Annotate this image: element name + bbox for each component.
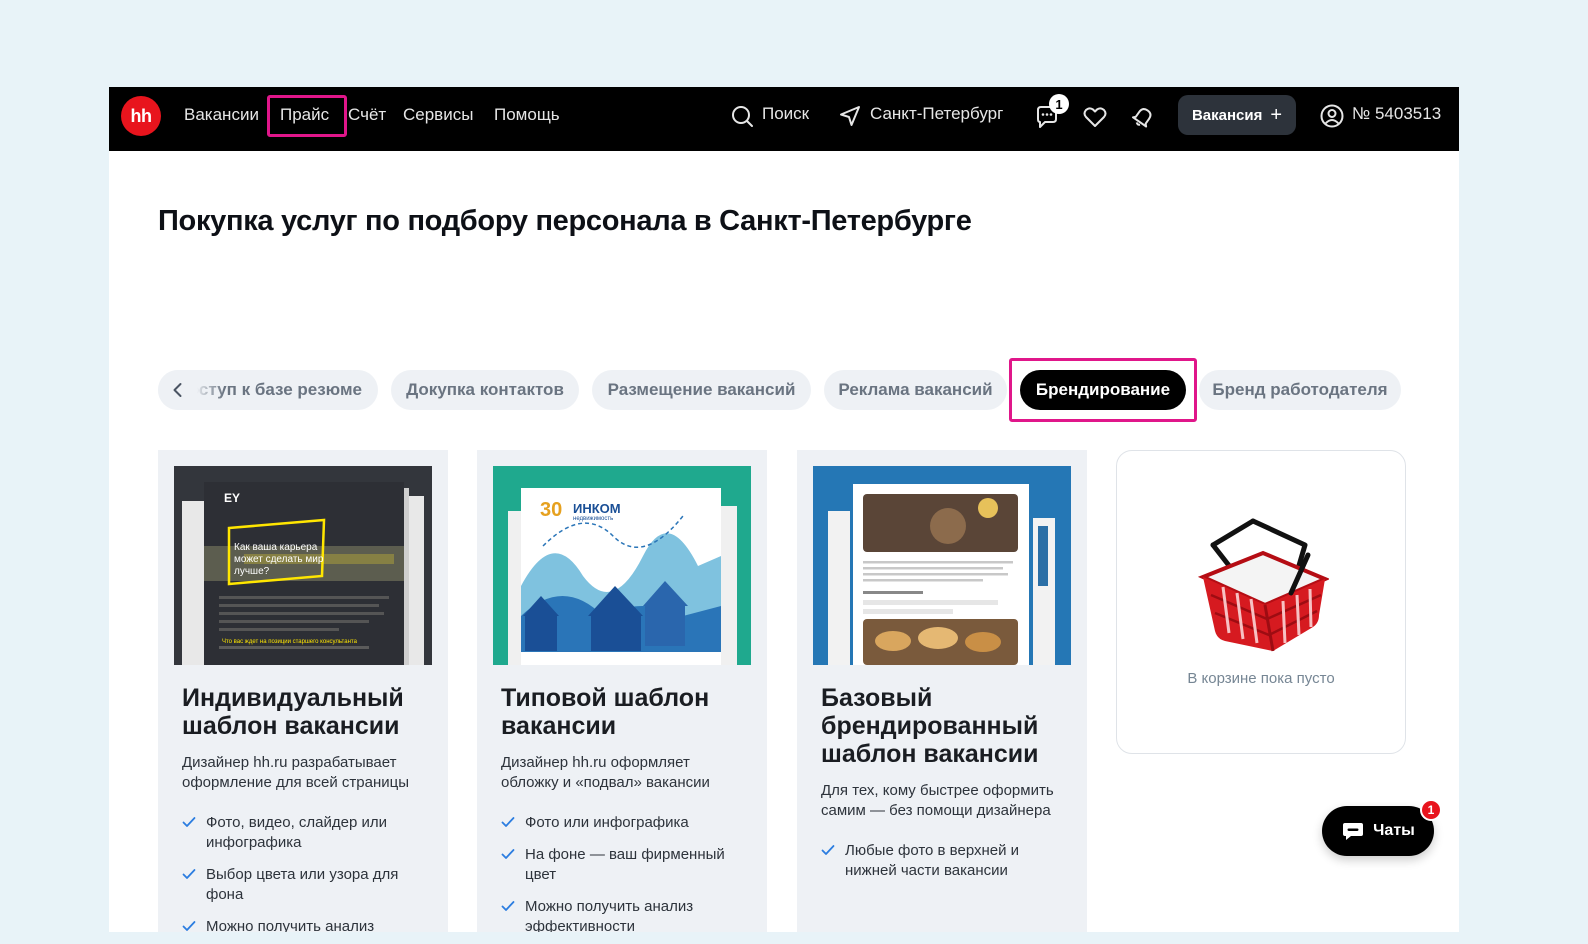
- chats-badge: 1: [1420, 799, 1442, 821]
- check-icon: [182, 921, 196, 931]
- feature-item: На фоне — ваш фирменный цвет: [501, 845, 751, 885]
- messages-badge: 1: [1049, 94, 1069, 114]
- category-tabs: Доступ к базе резюме Докупка контактов Р…: [109, 358, 1459, 422]
- search-link[interactable]: Поиск: [762, 104, 809, 124]
- card-description: Дизайнер hh.ru оформляет обложку и «подв…: [501, 754, 710, 791]
- feature-text: На фоне — ваш фирменный цвет: [525, 846, 725, 883]
- city-selector[interactable]: Санкт-Петербург: [870, 104, 1003, 124]
- image-brand-text: ИНКОМ: [573, 501, 621, 516]
- feature-list: Любые фото в верхней и нижней части вака…: [821, 841, 1071, 893]
- chats-label: Чаты: [1373, 822, 1415, 839]
- bell-icon[interactable]: [1130, 104, 1156, 135]
- check-icon: [501, 849, 515, 859]
- check-icon: [501, 817, 515, 827]
- card-preview-image: EY Как ваша карьера может сделать мир лу…: [174, 466, 432, 665]
- product-card-standard-template[interactable]: 30 ИНКОМ недвижимость Типовой шаблон вак…: [477, 450, 767, 932]
- check-icon: [182, 817, 196, 827]
- image-link-text: Что вас ждет на позиции старшего консуль…: [222, 639, 357, 645]
- tab-vacancy-ads[interactable]: Реклама вакансий: [824, 370, 1007, 410]
- chat-icon: [1343, 823, 1364, 840]
- plus-icon: +: [1270, 104, 1283, 126]
- feature-list: Фото, видео, слайдер или инфографика Выб…: [182, 813, 432, 932]
- image-brand-text: EY: [224, 491, 241, 505]
- cart-empty-text: В корзине пока пусто: [1187, 670, 1335, 687]
- check-icon: [501, 901, 515, 911]
- feature-item: Можно получить анализ эффективности: [501, 897, 751, 932]
- tabs-scroll-left-button[interactable]: [158, 370, 198, 410]
- feature-item: Фото или инфографика: [501, 813, 751, 833]
- image-sub-text: недвижимость: [573, 516, 614, 522]
- card-title: Базовый брендированный шаблон вакансии: [821, 684, 1039, 768]
- image-slogan-text: Как ваша карьера может сделать мир лучше…: [234, 542, 324, 577]
- app-frame: hh Вакансии Прайс Счёт Сервисы Помощь По…: [109, 87, 1459, 932]
- product-card-individual-template[interactable]: EY Как ваша карьера может сделать мир лу…: [158, 450, 448, 932]
- user-circle-icon[interactable]: [1319, 103, 1345, 134]
- feature-text: Выбор цвета или узора для фона: [206, 866, 399, 903]
- feature-text: Любые фото в верхней и нижней части вака…: [845, 842, 1020, 879]
- branding-highlight-box: [1009, 358, 1197, 422]
- card-preview-image: 30 ИНКОМ недвижимость: [493, 466, 751, 665]
- feature-item: Можно получить анализ: [182, 917, 432, 932]
- location-arrow-icon[interactable]: [838, 104, 862, 133]
- product-card-basic-branded-template[interactable]: Базовый брендированный шаблон вакансии Д…: [797, 450, 1087, 932]
- tab-vacancy-posting[interactable]: Размещение вакансий: [592, 370, 811, 410]
- create-vacancy-label: Вакансия: [1191, 106, 1263, 124]
- tab-employer-brand[interactable]: Бренд работодателя: [1199, 370, 1401, 410]
- nav-help[interactable]: Помощь: [494, 104, 560, 126]
- tab-scroll-fade: [194, 370, 224, 410]
- page-title: Покупка услуг по подбору персонала в Сан…: [158, 205, 972, 237]
- nav-vacancies[interactable]: Вакансии: [184, 104, 259, 126]
- chats-button[interactable]: Чаты: [1322, 806, 1434, 856]
- feature-item: Фото, видео, слайдер или инфографика: [182, 813, 432, 853]
- search-icon[interactable]: [730, 104, 754, 133]
- card-preview-image: [813, 466, 1071, 665]
- price-highlight-box: [267, 95, 347, 137]
- top-navigation-bar: hh Вакансии Прайс Счёт Сервисы Помощь По…: [109, 87, 1459, 151]
- feature-text: Можно получить анализ эффективности: [525, 898, 694, 932]
- basket-icon: [1197, 518, 1329, 652]
- account-number[interactable]: № 5403513: [1352, 104, 1441, 124]
- check-icon: [182, 869, 196, 879]
- hh-logo[interactable]: hh: [121, 96, 161, 136]
- feature-text: Фото или инфографика: [525, 814, 689, 831]
- nav-services[interactable]: Сервисы: [403, 104, 473, 126]
- nav-account[interactable]: Счёт: [348, 104, 386, 126]
- check-icon: [821, 845, 835, 855]
- image-year-text: 30: [540, 499, 563, 521]
- card-description: Дизайнер hh.ru разрабатывает оформление …: [182, 754, 410, 791]
- feature-item: Любые фото в верхней и нижней части вака…: [821, 841, 1071, 881]
- chevron-left-icon: [173, 383, 182, 397]
- feature-text: Фото, видео, слайдер или инфографика: [206, 814, 388, 851]
- create-vacancy-button[interactable]: Вакансия +: [1178, 95, 1296, 135]
- heart-icon[interactable]: [1082, 104, 1108, 135]
- feature-list: Фото или инфографика На фоне — ваш фирме…: [501, 813, 751, 932]
- feature-text: Можно получить анализ: [206, 918, 375, 932]
- card-description: Для тех, кому быстрее оформить самим — б…: [821, 782, 1054, 819]
- card-title: Типовой шаблон вакансии: [501, 684, 710, 740]
- card-title: Индивидуальный шаблон вакансии: [182, 684, 404, 740]
- tab-extra-contacts[interactable]: Докупка контактов: [391, 370, 579, 410]
- feature-item: Выбор цвета или узора для фона: [182, 865, 432, 905]
- cart-panel: В корзине пока пусто: [1116, 450, 1406, 754]
